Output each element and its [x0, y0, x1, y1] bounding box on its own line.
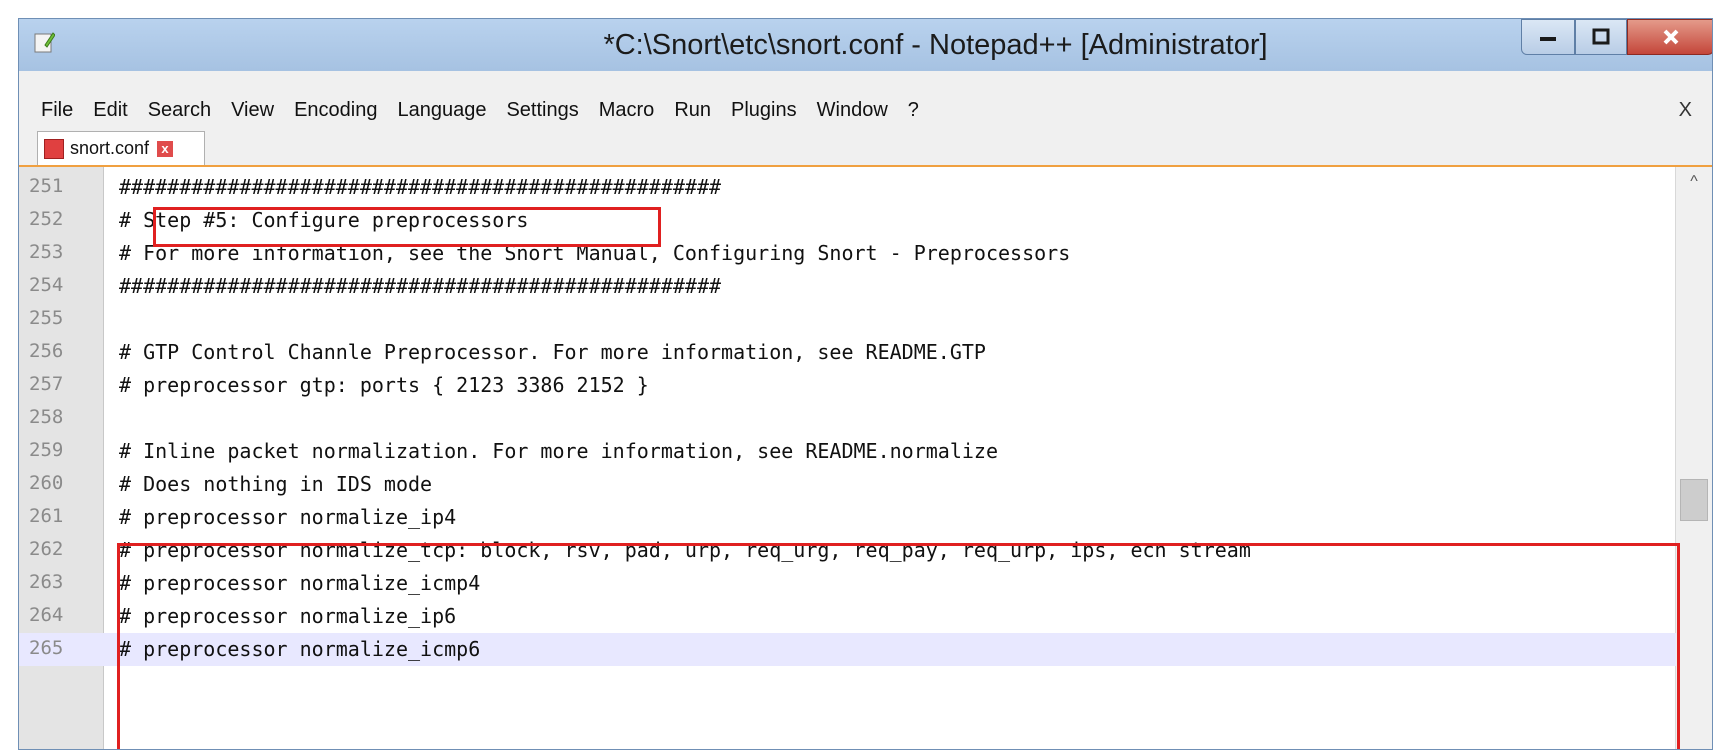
code-line[interactable]: 257 # preprocessor gtp: ports { 2123 3386… [19, 369, 1676, 402]
line-number: 257 [29, 373, 64, 395]
close-icon [1663, 29, 1678, 45]
menu-item-macro[interactable]: Macro [599, 99, 655, 122]
code-text: ########################################… [119, 175, 722, 199]
line-number: 258 [29, 406, 64, 428]
code-line[interactable]: 251 #####################################… [19, 171, 1676, 204]
code-line[interactable]: 254 #####################################… [19, 270, 1676, 303]
minimize-icon [1540, 37, 1556, 41]
code-line[interactable]: 261 # preprocessor normalize_ip4 [19, 501, 1676, 534]
code-line[interactable]: 255 [19, 303, 1676, 336]
window-title: *C:\Snort\etc\snort.conf - Notepad++ [Ad… [603, 29, 1268, 61]
title-bar[interactable]: *C:\Snort\etc\snort.conf - Notepad++ [Ad… [19, 19, 1712, 71]
line-number: 261 [29, 505, 64, 527]
menu-item-view[interactable]: View [231, 99, 274, 122]
tab-bar: snort.conf x [19, 123, 1712, 167]
tab-close-icon[interactable]: x [157, 140, 174, 157]
tab-label: snort.conf [70, 138, 150, 158]
code-text: # GTP Control Channle Preprocessor. For … [119, 340, 986, 364]
line-number: 255 [29, 307, 64, 329]
line-number: 251 [29, 175, 64, 197]
tab-snort-conf[interactable]: snort.conf x [37, 131, 205, 165]
menu-bar: File Edit Search View Encoding Language Settin… [41, 99, 939, 122]
menu-item-file[interactable]: File [41, 99, 73, 122]
menu-item-run[interactable]: Run [674, 99, 711, 122]
editor-area[interactable]: ^ 251 ###################################… [19, 167, 1712, 749]
code-line[interactable]: 259 # Inline packet normalization. For mo… [19, 435, 1676, 468]
menu-item-plugins[interactable]: Plugins [731, 99, 797, 122]
line-number: 265 [29, 637, 64, 659]
menu-item-help[interactable]: ? [908, 99, 919, 122]
unsaved-file-icon [44, 138, 64, 159]
notepadpp-window: *C:\Snort\etc\snort.conf - Notepad++ [Ad… [18, 18, 1713, 750]
menu-item-language[interactable]: Language [397, 99, 486, 122]
code-text: # preprocessor normalize_ip4 [119, 505, 457, 529]
code-line[interactable]: 258 [19, 402, 1676, 435]
line-number: 264 [29, 604, 64, 626]
code-text: ########################################… [119, 274, 722, 298]
highlight-box-normalize [117, 543, 1680, 749]
close-window-button[interactable] [1627, 19, 1712, 55]
menu-item-edit[interactable]: Edit [93, 99, 127, 122]
line-number: 260 [29, 472, 64, 494]
line-number: 262 [29, 538, 64, 560]
line-number: 259 [29, 439, 64, 461]
line-number: 253 [29, 241, 64, 263]
code-line[interactable]: 260 # Does nothing in IDS mode [19, 468, 1676, 501]
scroll-up-icon[interactable]: ^ [1676, 173, 1712, 199]
code-text: # Inline packet normalization. For more … [119, 439, 998, 463]
code-line[interactable]: 256 # GTP Control Channle Preprocessor. F… [19, 336, 1676, 369]
minimize-button[interactable] [1521, 19, 1575, 55]
highlight-box-step5 [153, 207, 661, 247]
menu-item-encoding[interactable]: Encoding [294, 99, 377, 122]
maximize-button[interactable] [1575, 19, 1627, 55]
line-number: 254 [29, 274, 64, 296]
vertical-scrollbar[interactable]: ^ [1675, 167, 1712, 749]
close-document-button[interactable]: X [1679, 99, 1692, 122]
line-number: 263 [29, 571, 64, 593]
line-number: 252 [29, 208, 64, 230]
code-text: # Does nothing in IDS mode [119, 472, 433, 496]
menu-item-window[interactable]: Window [817, 99, 888, 122]
menu-item-search[interactable]: Search [148, 99, 211, 122]
code-text: # preprocessor gtp: ports { 2123 3386 21… [119, 373, 649, 397]
scroll-thumb[interactable] [1680, 479, 1708, 521]
line-number: 256 [29, 340, 64, 362]
maximize-icon [1592, 28, 1610, 45]
menu-item-settings[interactable]: Settings [506, 99, 578, 122]
